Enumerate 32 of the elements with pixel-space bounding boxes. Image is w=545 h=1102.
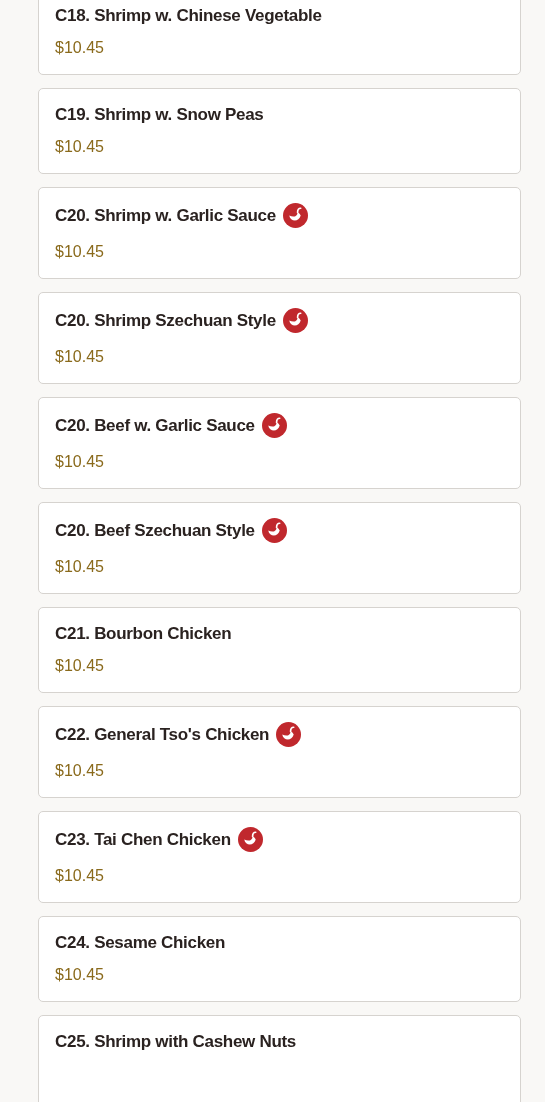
dish-name: C22. General Tso's Chicken [55,724,270,745]
dish-price: $10.45 [55,38,105,58]
menu-item-card[interactable]: C18. Shrimp w. Chinese Vegetable $10.45 [38,0,521,75]
dish-price: $10.45 [55,242,105,262]
dish-price: $10.45 [55,347,105,367]
dish-price: $10.45 [55,866,105,886]
dish-name: C19. Shrimp w. Snow Peas [55,105,264,125]
dish-price: $10.45 [55,452,105,472]
dish-price: $10.45 [55,137,105,157]
menu-item-card[interactable]: C20. Beef Szechuan Style $10.45 [38,502,521,594]
menu-item-card[interactable]: C23. Tai Chen Chicken $10.45 [38,811,521,903]
menu-item-card[interactable]: C22. General Tso's Chicken $10.45 [38,706,521,798]
menu-item-card[interactable]: C20. Beef w. Garlic Sauce $10.45 [38,397,521,489]
dish-price: $10.45 [55,965,105,985]
dish-name: C20. Beef Szechuan Style [55,520,255,541]
dish-price: $10.45 [55,761,105,781]
menu-item-card[interactable]: C19. Shrimp w. Snow Peas $10.45 [38,88,521,174]
menu-item-card[interactable]: C20. Shrimp Szechuan Style $10.45 [38,292,521,384]
menu-item-card[interactable]: C20. Shrimp w. Garlic Sauce $10.45 [38,187,521,279]
dish-price: $10.45 [55,656,105,676]
menu-item-card[interactable]: C24. Sesame Chicken $10.45 [38,916,521,1002]
menu-item-card[interactable]: C21. Bourbon Chicken $10.45 [38,607,521,693]
dish-name: C20. Shrimp Szechuan Style [55,310,276,331]
dish-name: C20. Shrimp w. Garlic Sauce [55,205,276,226]
dish-name: C20. Beef w. Garlic Sauce [55,415,255,436]
dish-name: C23. Tai Chen Chicken [55,829,231,850]
dish-name: C21. Bourbon Chicken [55,624,232,644]
dish-price: $10.45 [55,557,105,577]
dish-name: C18. Shrimp w. Chinese Vegetable [55,6,322,26]
dish-name: C25. Shrimp with Cashew Nuts [55,1032,296,1052]
menu-item-card[interactable]: C25. Shrimp with Cashew Nuts [38,1015,521,1102]
dish-name: C24. Sesame Chicken [55,933,226,953]
